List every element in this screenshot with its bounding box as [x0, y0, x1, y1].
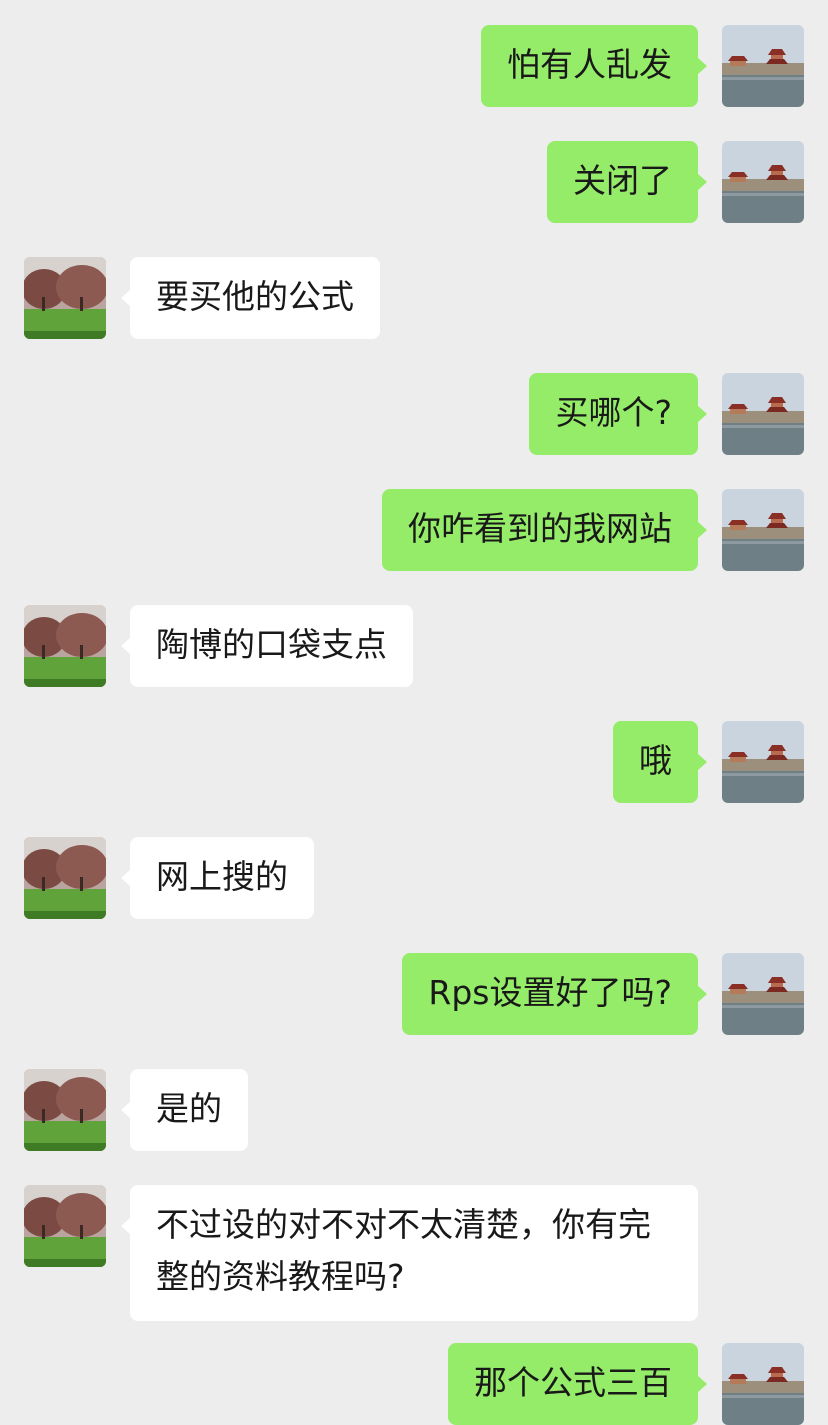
message-bubble-received[interactable]: 陶博的口袋支点 — [121, 605, 413, 687]
bubble-tail — [121, 1101, 131, 1119]
bubble-tail — [121, 289, 131, 307]
bubble-tail — [121, 869, 131, 887]
message-bubble-sent[interactable]: 你咋看到的我网站 — [382, 489, 707, 571]
message-text: 买哪个? — [555, 393, 672, 432]
message-text: 网上搜的 — [156, 857, 288, 896]
bubble-tail — [697, 1375, 707, 1393]
self-avatar[interactable] — [722, 953, 804, 1035]
bubble-tail — [121, 1217, 131, 1235]
contact-avatar[interactable] — [24, 837, 106, 919]
palace-photo-icon — [722, 141, 804, 223]
bubble-tail — [697, 57, 707, 75]
chat-message-list[interactable]: 怕有人乱发 关闭了 要买他的公式 买哪个? 你咋看到的我网站 陶博的口袋支点 哦… — [0, 0, 828, 1425]
orchard-photo-icon — [24, 1185, 106, 1267]
self-avatar[interactable] — [722, 721, 804, 803]
bubble-tail — [697, 173, 707, 191]
message-text: 关闭了 — [573, 161, 672, 200]
bubble-tail — [697, 405, 707, 423]
bubble-tail — [697, 753, 707, 771]
self-avatar[interactable] — [722, 489, 804, 571]
message-text: 怕有人乱发 — [507, 45, 672, 84]
self-avatar[interactable] — [722, 141, 804, 223]
bubble-tail — [121, 637, 131, 655]
palace-photo-icon — [722, 1343, 804, 1425]
message-bubble-sent[interactable]: 哦 — [613, 721, 707, 803]
palace-photo-icon — [722, 721, 804, 803]
message-text: 那个公式三百 — [474, 1363, 672, 1402]
message-bubble-received[interactable]: 网上搜的 — [121, 837, 314, 919]
message-bubble-received[interactable]: 要买他的公式 — [121, 257, 380, 339]
message-text: 要买他的公式 — [156, 277, 354, 316]
message-text: 不过设的对不对不太清楚，你有完整的资料教程吗? — [156, 1205, 651, 1296]
message-bubble-received[interactable]: 不过设的对不对不太清楚，你有完整的资料教程吗? — [121, 1185, 698, 1321]
self-avatar[interactable] — [722, 373, 804, 455]
orchard-photo-icon — [24, 837, 106, 919]
message-text: 你咋看到的我网站 — [408, 509, 672, 548]
bubble-tail — [697, 985, 707, 1003]
contact-avatar[interactable] — [24, 257, 106, 339]
message-text: 陶博的口袋支点 — [156, 625, 387, 664]
palace-photo-icon — [722, 953, 804, 1035]
orchard-photo-icon — [24, 605, 106, 687]
self-avatar[interactable] — [722, 25, 804, 107]
message-text: 哦 — [639, 741, 672, 780]
contact-avatar[interactable] — [24, 605, 106, 687]
message-bubble-sent[interactable]: Rps设置好了吗? — [402, 953, 707, 1035]
message-bubble-sent[interactable]: 买哪个? — [529, 373, 707, 455]
message-bubble-sent[interactable]: 关闭了 — [547, 141, 707, 223]
message-text: 是的 — [156, 1089, 222, 1128]
message-bubble-sent[interactable]: 那个公式三百 — [448, 1343, 707, 1425]
palace-photo-icon — [722, 25, 804, 107]
palace-photo-icon — [722, 489, 804, 571]
orchard-photo-icon — [24, 257, 106, 339]
contact-avatar[interactable] — [24, 1069, 106, 1151]
bubble-tail — [697, 521, 707, 539]
self-avatar[interactable] — [722, 1343, 804, 1425]
message-text: Rps设置好了吗? — [428, 973, 672, 1012]
message-bubble-sent[interactable]: 怕有人乱发 — [481, 25, 707, 107]
orchard-photo-icon — [24, 1069, 106, 1151]
message-bubble-received[interactable]: 是的 — [121, 1069, 248, 1151]
palace-photo-icon — [722, 373, 804, 455]
contact-avatar[interactable] — [24, 1185, 106, 1267]
